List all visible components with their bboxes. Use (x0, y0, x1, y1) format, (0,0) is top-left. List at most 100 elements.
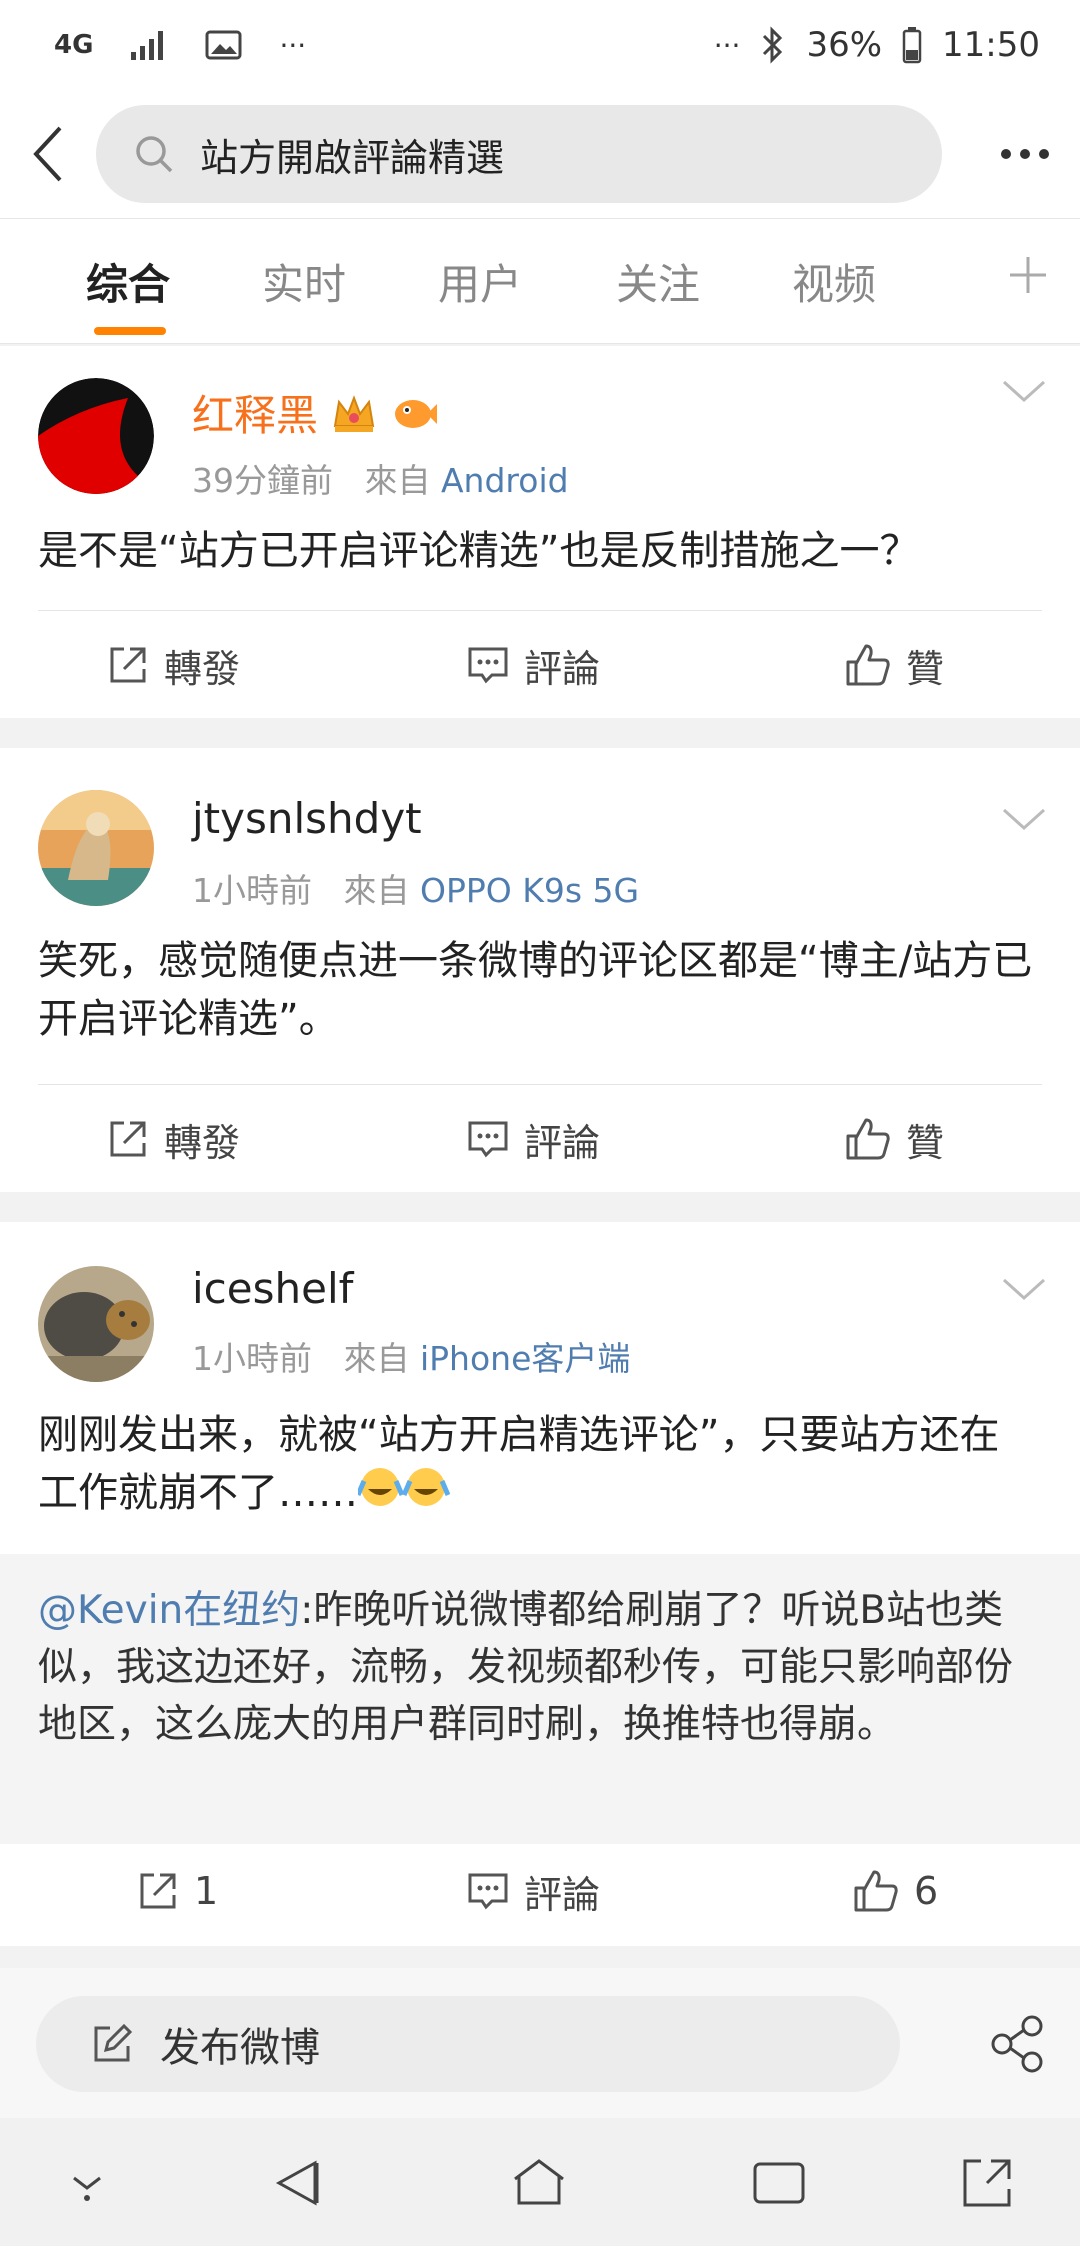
post-time: 39分鐘前 (192, 461, 333, 500)
add-tab-button[interactable] (998, 245, 1058, 305)
dot-icon (1039, 149, 1049, 159)
post-actions: 轉發 評論 贊 (0, 610, 1080, 720)
expand-icon (963, 2159, 1011, 2207)
back-button[interactable] (0, 90, 96, 218)
status-more-left: ··· (279, 28, 307, 62)
search-icon (136, 136, 173, 173)
nav-recents-button[interactable] (744, 2148, 814, 2218)
repost-icon (110, 1121, 146, 1157)
post-source: Android (440, 461, 569, 500)
repost-label: 轉發 (164, 646, 241, 691)
chevron-down-icon (1002, 808, 1046, 831)
username-text: 红释黑 (192, 391, 319, 440)
source-prefix: 來自 (343, 871, 410, 910)
comment-button[interactable]: 評論 (466, 1836, 600, 1946)
recents-icon (753, 2162, 805, 2204)
status-bar: 4G ··· ··· 36% 11:50 (0, 0, 1080, 90)
tab-realtime[interactable]: 实时 (262, 251, 346, 312)
fish-badge-icon (391, 392, 437, 446)
edit-icon (94, 2023, 133, 2062)
username[interactable]: jtysnlshdyt (192, 794, 422, 843)
signal-icon (129, 28, 169, 62)
search-input[interactable]: 站方開啟評論精選 (96, 105, 942, 203)
post-text: 是不是“站方已开启评论精选”也是反制措施之一？ (38, 528, 920, 574)
nav-home-button[interactable] (504, 2148, 574, 2218)
chevron-down-icon (1002, 380, 1046, 403)
quoted-post[interactable]: @Kevin在纽约:昨晚听说微博都给刷崩了？听说B站也类似，我这边还好，流畅，发… (0, 1554, 1080, 1844)
post-card[interactable]: jtysnlshdyt 1小時前 來自 OPPO K9s 5G 笑死，感觉随便点… (0, 748, 1080, 1192)
post-time: 1小時前 (192, 871, 312, 910)
comment-icon (468, 1121, 508, 1158)
repost-count: 1 (194, 1869, 219, 1913)
tab-videos[interactable]: 视频 (792, 251, 876, 312)
like-label: 贊 (906, 1120, 945, 1165)
like-button[interactable]: 6 (852, 1836, 938, 1946)
compose-bar: 发布微博 (0, 1968, 1080, 2118)
repost-button[interactable]: 轉發 (106, 1084, 240, 1194)
nav-fullscreen-button[interactable] (952, 2148, 1022, 2218)
compose-post-button[interactable]: 发布微博 (36, 1996, 900, 2092)
like-count: 6 (914, 1869, 939, 1913)
chevron-down-dot-icon (73, 2176, 101, 2201)
thumbs-up-icon (854, 1870, 898, 1912)
chevron-down-icon (1002, 1278, 1046, 1301)
search-header: 站方開啟評論精選 (0, 90, 1080, 218)
post-meta: 39分鐘前 來自 Android (192, 454, 569, 502)
username[interactable]: iceshelf (192, 1264, 353, 1313)
like-button[interactable]: 贊 (844, 1084, 944, 1194)
comment-button[interactable]: 評論 (466, 610, 600, 720)
clock: 11:50 (942, 25, 1040, 65)
comment-button[interactable]: 評論 (466, 1084, 600, 1194)
repost-button[interactable]: 轉發 (106, 610, 240, 720)
post-menu-button[interactable] (1000, 376, 1048, 406)
like-label: 贊 (906, 646, 945, 691)
post-actions: 轉發 評論 贊 (0, 1084, 1080, 1194)
repost-button[interactable]: 1 (136, 1836, 218, 1946)
comment-icon (468, 1873, 508, 1910)
comment-icon (468, 647, 508, 684)
comment-label: 評論 (524, 1872, 601, 1917)
comment-label: 評論 (524, 1120, 601, 1165)
tab-following[interactable]: 关注 (616, 251, 700, 312)
battery-icon (902, 26, 922, 64)
home-icon (514, 2159, 564, 2205)
tab-users[interactable]: 用户 (438, 251, 522, 312)
repost-icon (140, 1873, 176, 1909)
dot-icon (1020, 149, 1030, 159)
post-source: OPPO K9s 5G (419, 871, 640, 910)
post-card[interactable]: iceshelf 1小時前 來自 iPhone客户端 刚刚发出来，就被“站方开启… (0, 1222, 1080, 1946)
source-prefix: 來自 (364, 461, 431, 500)
crown-badge-icon (331, 392, 377, 446)
battery-percent: 36% (806, 25, 883, 65)
share-icon (991, 2015, 1043, 2073)
avatar[interactable] (38, 790, 154, 906)
avatar[interactable] (38, 378, 154, 494)
repost-label: 轉發 (164, 1120, 241, 1165)
post-actions: 1 評論 6 (0, 1836, 1080, 1946)
network-4g-icon: 4G (54, 30, 94, 60)
network-label: 4G (54, 30, 94, 60)
more-options-button[interactable] (970, 90, 1080, 218)
post-text: 笑死，感觉随便点进一条微博的评论区都是“博主/站方已开启评论精选”。 (38, 938, 1033, 1042)
bluetooth-icon (760, 26, 786, 64)
thumbs-up-icon (846, 1118, 890, 1160)
avatar[interactable] (38, 1266, 154, 1382)
system-nav-bar (0, 2118, 1080, 2246)
quoted-user-link[interactable]: @Kevin在纽约 (38, 1588, 300, 1633)
share-button[interactable] (986, 2012, 1050, 2076)
nav-back-button[interactable] (264, 2148, 334, 2218)
hide-keyboard-button[interactable] (52, 2148, 122, 2218)
like-button[interactable]: 贊 (844, 610, 944, 720)
active-tab-indicator (94, 327, 166, 335)
compose-label: 发布微博 (160, 2025, 320, 2071)
username[interactable]: 红释黑 (192, 382, 437, 446)
comment-label: 評論 (524, 646, 601, 691)
post-menu-button[interactable] (1000, 1274, 1048, 1304)
post-menu-button[interactable] (1000, 804, 1048, 834)
search-query: 站方開啟評論精選 (200, 135, 505, 180)
tab-comprehensive[interactable]: 综合 (86, 251, 170, 312)
post-text: 刚刚发出来，就被“站方开启精选评论”，只要站方还在工作就崩不了…… (38, 1406, 1038, 1525)
post-card[interactable]: 红释黑 39分鐘前 來自 Android 是不是“站方已开启评论精选”也是反制措… (0, 346, 1080, 718)
post-time: 1小時前 (192, 1339, 312, 1378)
dot-icon (1001, 149, 1011, 159)
